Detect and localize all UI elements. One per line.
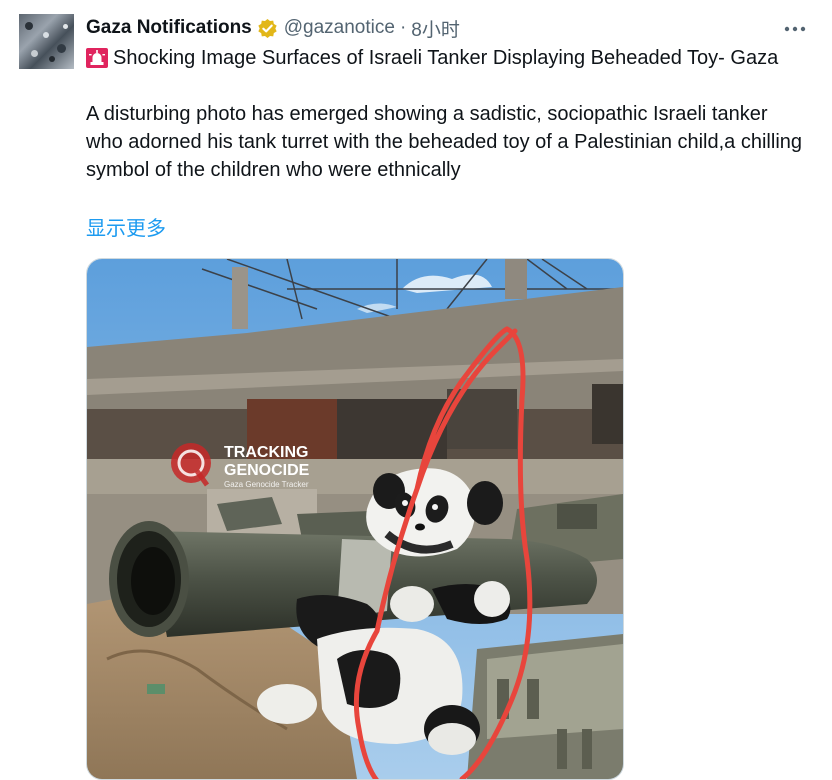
headline-row: Shocking Image Surfaces of Israeli Tanke… xyxy=(86,44,806,72)
verified-badge-icon xyxy=(257,18,278,39)
tweet-header: Gaza Notifications @gazanotice · 8小时 xyxy=(86,14,812,42)
watermark-line1: TRACKING xyxy=(224,444,308,461)
tweet-text: Shocking Image Surfaces of Israeli Tanke… xyxy=(86,44,806,184)
more-dots-icon xyxy=(784,26,806,32)
siren-icon xyxy=(86,48,108,68)
header-separator: · xyxy=(399,17,407,38)
watermark-line2: GENOCIDE xyxy=(224,462,310,479)
tweet-body: A disturbing photo has emerged showing a… xyxy=(86,103,803,181)
author-handle[interactable]: @gazanotice xyxy=(284,17,395,39)
show-more-link[interactable]: 显示更多 xyxy=(86,212,166,241)
tweet-timestamp[interactable]: 8小时 xyxy=(411,15,460,42)
author-name[interactable]: Gaza Notifications xyxy=(86,17,252,39)
tweet-headline: Shocking Image Surfaces of Israeli Tanke… xyxy=(113,47,779,69)
watermark-sub: Gaza Genocide Tracker xyxy=(224,480,309,489)
author-avatar[interactable] xyxy=(19,14,74,69)
more-options-button[interactable] xyxy=(782,16,808,42)
tweet-media-photo[interactable]: TRACKING GENOCIDE Gaza Genocide Tracker xyxy=(86,258,624,780)
